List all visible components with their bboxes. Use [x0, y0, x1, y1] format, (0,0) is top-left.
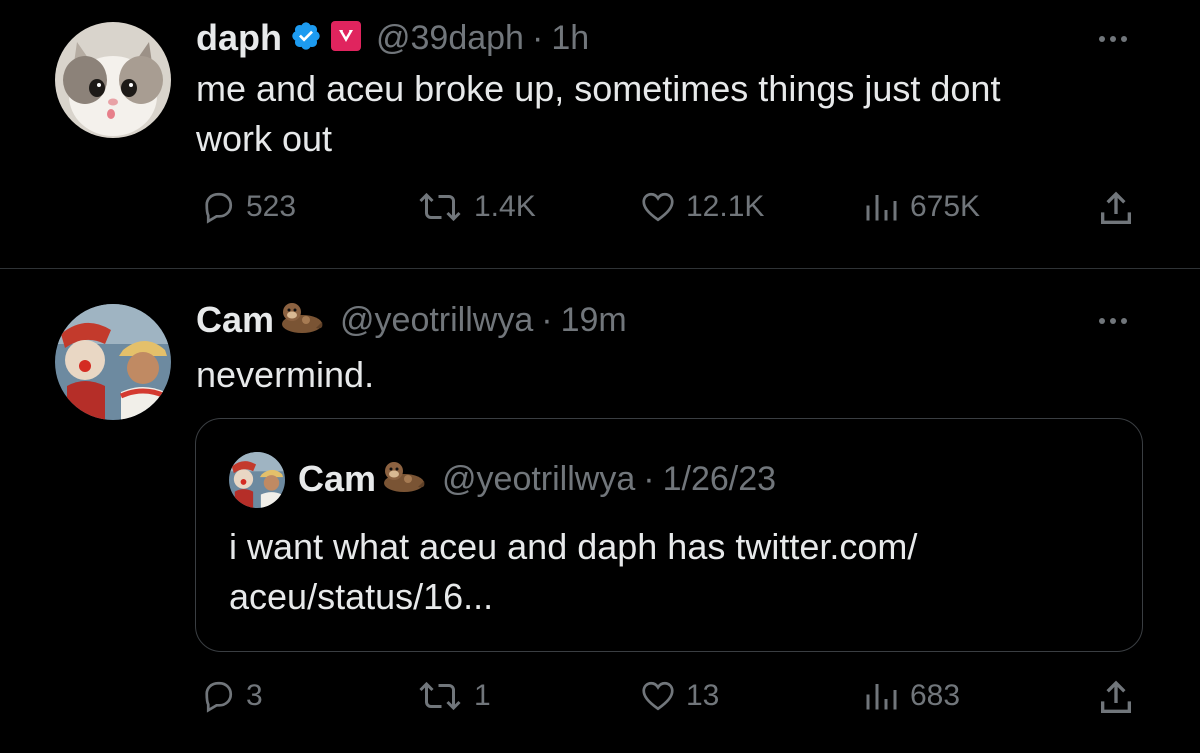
- quoted-text-line: i want what aceu and daph has twitter.co…: [229, 526, 918, 567]
- share-icon: [1101, 191, 1131, 224]
- heart-icon: [642, 192, 674, 222]
- affiliate-badge-icon[interactable]: [330, 20, 362, 57]
- tweet-text-line: me and aceu broke up, sometimes things j…: [196, 68, 1001, 109]
- quoted-tweet[interactable]: Cam @yeotrillwya · 1/26/23 i want what a…: [195, 418, 1143, 652]
- reply-count: 523: [246, 190, 297, 223]
- avatar-cam[interactable]: [55, 304, 171, 420]
- author-name[interactable]: daph: [196, 17, 282, 59]
- quoted-timestamp[interactable]: 1/26/23: [663, 460, 776, 499]
- reply-button[interactable]: 523: [200, 189, 296, 225]
- views-count: 683: [910, 679, 961, 712]
- retweet-button[interactable]: 1.4K: [416, 189, 536, 225]
- tweet-text: me and aceu broke up, sometimes things j…: [196, 64, 1136, 164]
- retweet-icon: [419, 681, 461, 711]
- separator-dot: ·: [643, 459, 655, 498]
- tweet-2[interactable]: Cam @yeotrillwya · 19m nevermind. Cam @y…: [0, 269, 1200, 753]
- views-button[interactable]: 675K: [860, 189, 980, 225]
- more-icon[interactable]: [1099, 36, 1127, 42]
- reply-icon: [205, 192, 233, 224]
- author-handle[interactable]: @39daph: [376, 19, 524, 58]
- quoted-avatar-cam[interactable]: [229, 452, 285, 508]
- reply-count: 3: [246, 679, 263, 712]
- views-icon: [866, 195, 897, 221]
- retweet-button[interactable]: 1: [416, 678, 491, 714]
- avatar-daph[interactable]: [55, 22, 171, 138]
- like-count: 13: [686, 679, 720, 712]
- tweet-text-line: nevermind.: [196, 354, 375, 395]
- otter-emoji-icon: [378, 457, 428, 502]
- more-icon[interactable]: [1099, 318, 1127, 324]
- share-button[interactable]: [1096, 678, 1136, 718]
- timestamp[interactable]: 19m: [561, 301, 627, 340]
- views-button[interactable]: 683: [860, 678, 960, 714]
- retweet-count: 1.4K: [474, 190, 536, 223]
- action-bar: 3 1 13 683: [196, 678, 1146, 718]
- retweet-count: 1: [474, 679, 491, 712]
- action-bar: 523 1.4K 12.1K 675K: [196, 189, 1146, 229]
- tweet-text: nevermind.: [196, 350, 1136, 400]
- quoted-author-name[interactable]: Cam: [298, 458, 376, 500]
- separator-dot: ·: [541, 300, 553, 339]
- share-icon: [1101, 680, 1131, 713]
- timestamp[interactable]: 1h: [551, 19, 589, 58]
- views-icon: [866, 684, 897, 710]
- like-button[interactable]: 13: [640, 678, 719, 714]
- author-name[interactable]: Cam: [196, 299, 274, 341]
- tweet-header: Cam @yeotrillwya · 19m: [196, 298, 627, 342]
- share-button[interactable]: [1096, 189, 1136, 229]
- tweet-1[interactable]: daph @39daph · 1h me and aceu broke up, …: [0, 0, 1200, 268]
- author-handle[interactable]: @yeotrillwya: [340, 301, 533, 340]
- separator-dot: ·: [531, 18, 544, 57]
- reply-button[interactable]: 3: [200, 678, 263, 714]
- tweet-header: daph @39daph · 1h: [196, 16, 589, 60]
- quoted-author-handle[interactable]: @yeotrillwya: [442, 460, 635, 499]
- quoted-header: Cam @yeotrillwya · 1/26/23: [298, 457, 776, 501]
- tweet-text-line: work out: [196, 118, 333, 159]
- verified-badge-icon: [290, 20, 322, 57]
- retweet-icon: [419, 192, 461, 222]
- like-button[interactable]: 12.1K: [640, 189, 764, 225]
- views-count: 675K: [910, 190, 981, 223]
- otter-emoji-icon: [276, 298, 326, 343]
- heart-icon: [642, 681, 674, 711]
- quoted-text-line: aceu/status/16...: [229, 576, 494, 617]
- reply-icon: [205, 681, 233, 713]
- like-count: 12.1K: [686, 190, 765, 223]
- quoted-text: i want what aceu and daph has twitter.co…: [229, 522, 1109, 622]
